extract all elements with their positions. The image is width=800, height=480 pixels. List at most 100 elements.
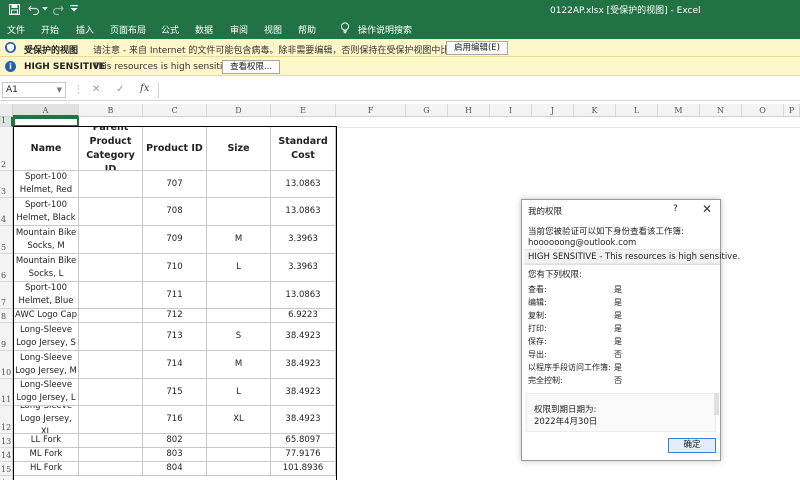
close-icon[interactable]: ✕ [702,202,712,216]
row-header-5[interactable]: 5 [0,226,13,254]
chevron-down-icon[interactable]: ▼ [57,83,62,97]
formula-input[interactable] [158,82,798,98]
cell-standard-cost[interactable]: 77.9176 [271,448,336,462]
cell-product-id[interactable]: 713 [143,323,207,351]
cell-product-id[interactable]: 708 [143,198,207,226]
cell-size[interactable]: M [207,226,271,254]
column-header-g[interactable]: G [406,104,448,117]
cell-standard-cost[interactable]: 38.4923 [271,323,336,351]
view-permissions-button[interactable]: 查看权限... [222,60,280,74]
cell-size[interactable]: L [207,379,271,406]
column-header-l[interactable]: L [616,104,658,117]
column-header-p[interactable]: P [784,104,800,117]
row-header-6[interactable]: 6 [0,254,13,282]
cell-parent-category[interactable] [79,309,143,323]
cell-standard-cost[interactable]: 3.3963 [271,254,336,282]
cell-size[interactable] [207,282,271,309]
column-header-e[interactable]: E [271,104,336,117]
cell-name[interactable]: Sport-100 Helmet, Black [14,198,79,226]
cell-standard-cost[interactable]: 38.4923 [271,351,336,379]
save-icon[interactable] [9,2,20,16]
cell-product-id[interactable]: 707 [143,171,207,198]
help-icon[interactable]: ? [673,204,678,214]
undo-icon[interactable] [28,2,40,16]
cell-name[interactable]: Long-Sleeve Logo Jersey, L [14,379,79,406]
column-header-k[interactable]: K [574,104,616,117]
column-header-c[interactable]: C [143,104,207,117]
column-header-f[interactable]: F [336,104,406,117]
cell-size[interactable]: L [207,254,271,282]
ok-button[interactable]: 确定 [668,438,716,453]
cell-standard-cost[interactable]: 101.8936 [271,462,336,476]
row-header-13[interactable]: 13 [0,434,13,448]
tell-me-search[interactable]: 操作说明搜索 [358,23,412,36]
enter-icon[interactable]: ✓ [116,84,124,95]
cell-name[interactable]: Long-Sleeve Logo Jersey, XL [14,406,79,434]
row-header-4[interactable]: 4 [0,198,13,226]
column-header-m[interactable]: M [658,104,700,117]
cell-standard-cost[interactable]: 3.3963 [271,226,336,254]
cell-parent-category[interactable] [79,198,143,226]
cell-name[interactable]: ML Fork [14,448,79,462]
cell-size[interactable] [207,434,271,448]
row-header-3[interactable]: 3 [0,171,13,198]
scrollbar[interactable] [714,393,719,415]
cell-parent-category[interactable] [79,462,143,476]
cell-size[interactable] [207,198,271,226]
cell-product-id[interactable]: 709 [143,226,207,254]
cell-parent-category[interactable] [79,379,143,406]
column-header-i[interactable]: I [490,104,532,117]
column-header-d[interactable]: D [207,104,271,117]
cell-standard-cost[interactable]: 13.0863 [271,171,336,198]
row-header-9[interactable]: 9 [0,323,13,351]
cell-size[interactable] [207,171,271,198]
cell-parent-category[interactable] [79,171,143,198]
cell-product-id[interactable]: 712 [143,309,207,323]
column-header-b[interactable]: B [79,104,143,117]
row-header-14[interactable]: 14 [0,448,13,462]
cell-parent-category[interactable] [79,323,143,351]
tab-data[interactable]: 数据 [195,23,213,36]
cell-product-id[interactable]: 715 [143,379,207,406]
cell-name[interactable]: Sport-100 Helmet, Red [14,171,79,198]
cell-parent-category[interactable] [79,226,143,254]
cell-product-id[interactable]: 714 [143,351,207,379]
cell-size[interactable] [207,309,271,323]
cell-product-id[interactable]: 711 [143,282,207,309]
cell-standard-cost[interactable]: 65.8097 [271,434,336,448]
cell-parent-category[interactable] [79,351,143,379]
cell-parent-category[interactable] [79,282,143,309]
tab-file[interactable]: 文件 [7,23,25,36]
cell-size[interactable] [207,462,271,476]
undo-dropdown-icon[interactable] [42,2,48,16]
tab-review[interactable]: 审阅 [230,23,248,36]
cell-standard-cost[interactable]: 6.9223 [271,309,336,323]
cell-size[interactable]: XL [207,406,271,434]
cell-standard-cost[interactable]: 13.0863 [271,282,336,309]
column-header-j[interactable]: J [532,104,574,117]
row-header-12[interactable]: 12 [0,406,13,434]
cell-product-id[interactable]: 804 [143,462,207,476]
cell-name[interactable]: AWC Logo Cap [14,309,79,323]
cell-product-id[interactable]: 802 [143,434,207,448]
row-header-1[interactable]: 1 [0,116,13,127]
cell-name[interactable]: Long-Sleeve Logo Jersey, S [14,323,79,351]
column-header-o[interactable]: O [742,104,784,117]
tab-page-layout[interactable]: 页面布局 [110,23,146,36]
cell-name[interactable]: Mountain Bike Socks, M [14,226,79,254]
row-header-2[interactable]: 2 [0,127,13,171]
cell-standard-cost[interactable]: 13.0863 [271,198,336,226]
cell-product-id[interactable]: 710 [143,254,207,282]
cell-name[interactable]: Long-Sleeve Logo Jersey, M [14,351,79,379]
row-header-15[interactable]: 15 [0,462,13,476]
cell-name[interactable]: Sport-100 Helmet, Blue [14,282,79,309]
cancel-icon[interactable]: ✕ [92,84,100,95]
cell-parent-category[interactable] [79,406,143,434]
cell-size[interactable]: M [207,351,271,379]
row-header-8[interactable]: 8 [0,309,13,323]
tab-home[interactable]: 开始 [41,23,59,36]
cell-parent-category[interactable] [79,434,143,448]
cell-name[interactable]: Mountain Bike Socks, L [14,254,79,282]
cell-name[interactable]: LL Fork [14,434,79,448]
column-header-h[interactable]: H [448,104,490,117]
